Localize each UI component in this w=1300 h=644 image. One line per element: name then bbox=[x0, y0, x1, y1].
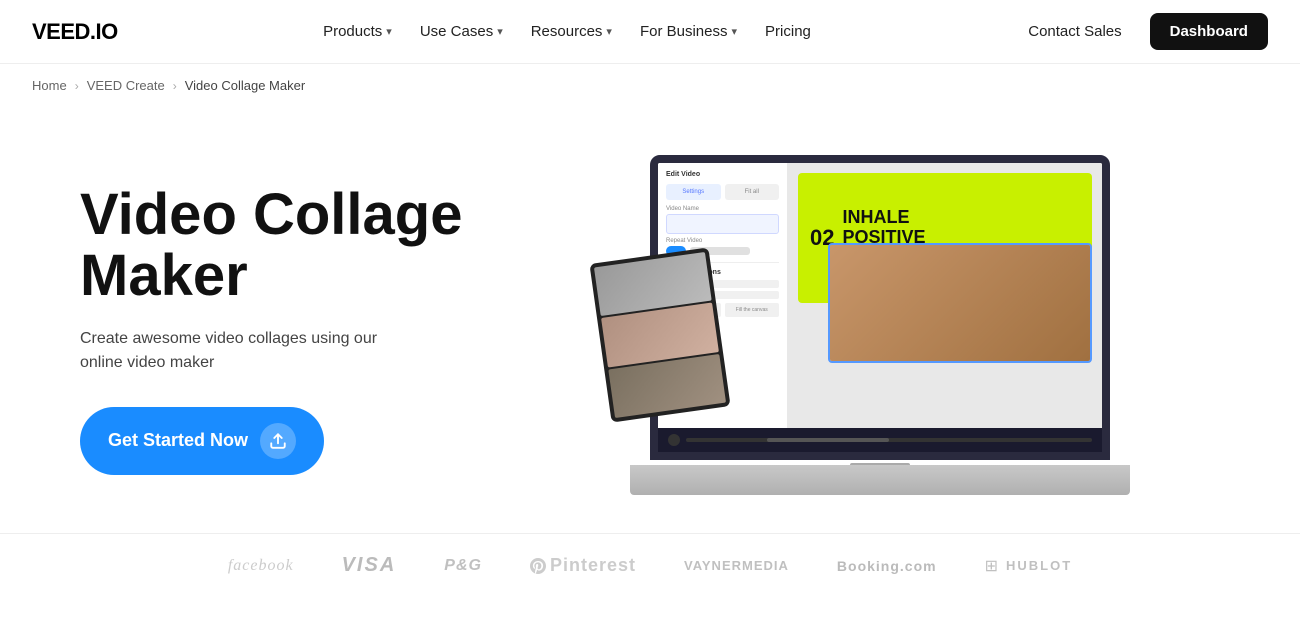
chevron-down-icon: ▾ bbox=[497, 25, 503, 38]
hero-right: Edit Video Settings Fit all Video Name R… bbox=[540, 155, 1220, 495]
upload-icon bbox=[260, 423, 296, 459]
dashboard-button[interactable]: Dashboard bbox=[1150, 13, 1268, 50]
hero-subtitle: Create awesome video collages using our … bbox=[80, 327, 420, 375]
canvas-video-frame bbox=[828, 243, 1092, 363]
panel-label-1: Video Name bbox=[666, 206, 779, 212]
hero-title: Video Collage Maker bbox=[80, 185, 500, 307]
chevron-down-icon: ▾ bbox=[732, 25, 738, 38]
brand-pinterest: Pinterest bbox=[530, 555, 636, 576]
navbar: VEED.IO Products ▾ Use Cases ▾ Resources… bbox=[0, 0, 1300, 64]
breadcrumb-home[interactable]: Home bbox=[32, 78, 67, 93]
panel-label-2: Repeat Video bbox=[666, 238, 779, 244]
brand-hublot: ⊞ HUBLOT bbox=[985, 556, 1073, 576]
brand-visa: VISA bbox=[342, 554, 397, 577]
chevron-down-icon: ▾ bbox=[386, 25, 392, 38]
nav-products[interactable]: Products ▾ bbox=[311, 15, 404, 48]
breadcrumb-sep-2: › bbox=[173, 79, 177, 93]
panel-title: Edit Video bbox=[666, 171, 779, 178]
hero-left: Video Collage Maker Create awesome video… bbox=[80, 185, 500, 475]
nav-use-cases[interactable]: Use Cases ▾ bbox=[408, 15, 515, 48]
video-placeholder bbox=[830, 245, 1090, 361]
nav-right: Contact Sales Dashboard bbox=[1016, 13, 1268, 50]
cta-label: Get Started Now bbox=[108, 430, 248, 451]
panel-field-name bbox=[666, 214, 779, 234]
contact-sales-link[interactable]: Contact Sales bbox=[1016, 15, 1133, 48]
nav-for-business[interactable]: For Business ▾ bbox=[628, 15, 749, 48]
laptop-screen: Edit Video Settings Fit all Video Name R… bbox=[650, 155, 1110, 460]
nav-resources[interactable]: Resources ▾ bbox=[519, 15, 624, 48]
screen-inner: Edit Video Settings Fit all Video Name R… bbox=[658, 163, 1102, 452]
brand-booking: Booking.com bbox=[837, 558, 937, 574]
canvas-line1: INHALE bbox=[842, 208, 925, 228]
hero-section: Video Collage Maker Create awesome video… bbox=[0, 107, 1300, 523]
breadcrumb-current: Video Collage Maker bbox=[185, 78, 305, 93]
breadcrumb-sep-1: › bbox=[75, 79, 79, 93]
nav-pricing[interactable]: Pricing bbox=[753, 15, 823, 48]
screen-body: Edit Video Settings Fit all Video Name R… bbox=[658, 191, 1102, 452]
nav-links: Products ▾ Use Cases ▾ Resources ▾ For B… bbox=[311, 15, 823, 48]
brand-facebook: facebook bbox=[228, 557, 294, 575]
screen-timeline bbox=[658, 428, 1102, 452]
breadcrumb: Home › VEED Create › Video Collage Maker bbox=[0, 64, 1300, 107]
get-started-button[interactable]: Get Started Now bbox=[80, 407, 324, 475]
brand-logo: VEED.IO bbox=[32, 19, 118, 45]
filmstrip-overlay bbox=[589, 247, 730, 422]
laptop-base bbox=[630, 465, 1130, 495]
chevron-down-icon: ▾ bbox=[606, 25, 612, 38]
screen-canvas: 02 INHALE POSITIVE ENERGY bbox=[788, 163, 1102, 452]
breadcrumb-veed-create[interactable]: VEED Create bbox=[87, 78, 165, 93]
brand-vayner: VAYNERMEDIA bbox=[684, 558, 789, 573]
brand-pg: P&G bbox=[444, 557, 482, 575]
laptop-mockup: Edit Video Settings Fit all Video Name R… bbox=[630, 155, 1130, 495]
brand-logos-section: facebook VISA P&G Pinterest VAYNERMEDIA … bbox=[0, 533, 1300, 597]
